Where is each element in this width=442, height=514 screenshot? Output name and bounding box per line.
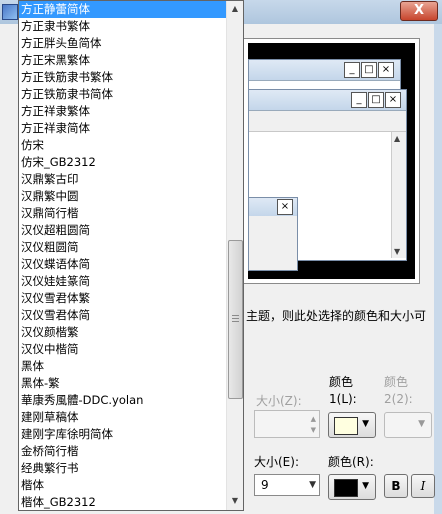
font-list-item[interactable]: 華康秀風體-DDC.yolan	[19, 392, 228, 409]
font-list-item[interactable]: 方正宋黑繁体	[19, 52, 228, 69]
font-list-item[interactable]: 仿宋_GB2312	[19, 154, 228, 171]
color1-picker[interactable]: ▼	[328, 412, 376, 438]
close-icon: ×	[277, 199, 293, 215]
font-list-item[interactable]: 汉仪粗圆简	[19, 239, 228, 256]
scroll-down-icon: ▼	[394, 247, 401, 256]
font-list-item[interactable]: 方正祥隶简体	[19, 120, 228, 137]
font-size-value: 9	[261, 478, 269, 492]
close-button[interactable]: X	[400, 1, 438, 21]
font-list-item[interactable]: 汉鼎繁古印	[19, 171, 228, 188]
font-list-item[interactable]: 汉仪娃娃篆简	[19, 273, 228, 290]
color-label-2: 颜色 2(2):	[384, 375, 413, 406]
font-list-item[interactable]: 方正静蕾简体	[19, 1, 228, 18]
minimize-icon: _	[351, 92, 367, 108]
font-list-item[interactable]: 方正铁筋隶书简体	[19, 86, 228, 103]
font-list-item[interactable]: 汉仪超粗圆简	[19, 222, 228, 239]
font-list-item[interactable]: 方正隶书繁体	[19, 18, 228, 35]
preview-scrollbar[interactable]: ▲ ▼	[391, 132, 406, 258]
font-list-item[interactable]: 建刚字库徐明简体	[19, 426, 228, 443]
font-list-item[interactable]: 仿宋	[19, 137, 228, 154]
font-list-item[interactable]: 汉仪雪君体繁	[19, 290, 228, 307]
list-scrollbar[interactable]: ▲ ▼	[226, 1, 243, 510]
font-color-picker[interactable]: ▼	[328, 474, 376, 500]
chevron-down-icon: ▼	[309, 480, 316, 490]
bold-button[interactable]: B	[384, 474, 408, 498]
grip-line	[232, 315, 239, 316]
dropdown-arrow-icon: ▼	[362, 481, 369, 491]
grip-line	[232, 318, 239, 319]
preview-message-titlebar: ×	[249, 198, 297, 216]
size-label-1: 大小(Z):	[256, 394, 302, 408]
scroll-up-icon: ▲	[394, 134, 401, 143]
font-list-item[interactable]: 汉仪雪君体简	[19, 307, 228, 324]
preview-active-titlebar: _ □ ×	[249, 90, 406, 111]
preview-menubar	[249, 111, 406, 132]
dropdown-arrow-icon: ▼	[362, 419, 369, 429]
font-list-item[interactable]: 方正胖头鱼简体	[19, 35, 228, 52]
preview-message-box[interactable]: ×	[248, 197, 298, 271]
spin-down-icon: ▼	[310, 426, 316, 434]
color2-picker: ▼	[384, 412, 432, 438]
dropdown-arrow-icon: ▼	[418, 419, 425, 429]
color-label-1: 颜色 1(L):	[329, 375, 357, 406]
scroll-down-icon[interactable]: ▼	[227, 493, 243, 509]
spin-up-icon: ▲	[310, 415, 316, 423]
color-label-3: 颜色(R):	[328, 455, 374, 469]
font-list-item[interactable]: 汉鼎繁中圆	[19, 188, 228, 205]
close-icon: ×	[385, 92, 401, 108]
maximize-icon: □	[368, 92, 384, 108]
app-icon	[2, 4, 18, 20]
preview-inactive-titlebar: _ □ ×	[249, 60, 400, 81]
scroll-up-icon[interactable]: ▲	[227, 1, 243, 17]
font-list-item[interactable]: 楷体	[19, 477, 228, 494]
font-list-item[interactable]: 汉仪颜楷繁	[19, 324, 228, 341]
grip-line	[232, 321, 239, 322]
close-icon: ×	[378, 62, 394, 78]
font-list-item[interactable]: 金桥简行楷	[19, 443, 228, 460]
preview-desktop: _ □ × _ □ × ▲ ▼ ×	[248, 43, 415, 279]
font-list-item[interactable]: 黑体	[19, 358, 228, 375]
color-swatch	[334, 479, 358, 497]
font-list-item[interactable]: 经典繁行书	[19, 460, 228, 477]
size-label-2: 大小(E):	[254, 455, 299, 469]
font-list-item[interactable]: 汉仪中楷简	[19, 341, 228, 358]
scrollbar-thumb[interactable]	[228, 240, 243, 399]
font-list-item[interactable]: 方正祥隶繁体	[19, 103, 228, 120]
font-size-select[interactable]: 9 ▼	[254, 474, 320, 496]
font-list-item[interactable]: 建刚草稿体	[19, 409, 228, 426]
theme-preview: _ □ × _ □ × ▲ ▼ ×	[243, 38, 420, 284]
font-list-item[interactable]: 方正铁筋隶书繁体	[19, 69, 228, 86]
description-text: 主题，则此处选择的颜色和大小可	[246, 309, 427, 323]
italic-button[interactable]: I	[411, 474, 435, 498]
font-list-item[interactable]: 黑体-繁	[19, 375, 228, 392]
color-swatch	[334, 417, 358, 435]
window-frame-edge	[434, 24, 442, 514]
font-list-item[interactable]: 汉鼎简行楷	[19, 205, 228, 222]
font-list-item[interactable]: 汉仪蝶语体简	[19, 256, 228, 273]
maximize-icon: □	[361, 62, 377, 78]
font-dropdown-list[interactable]: 方正静蕾简体 方正隶书繁体 方正胖头鱼简体 方正宋黑繁体 方正铁筋隶书繁体 方正铁筋隶书简…	[18, 0, 244, 511]
font-list[interactable]: 方正静蕾简体 方正隶书繁体 方正胖头鱼简体 方正宋黑繁体 方正铁筋隶书繁体 方正铁筋隶书简…	[19, 1, 228, 510]
minimize-icon: _	[344, 62, 360, 78]
size-spinner[interactable]: ▲ ▼	[254, 410, 320, 438]
font-list-item[interactable]: 楷体_GB2312	[19, 494, 228, 510]
